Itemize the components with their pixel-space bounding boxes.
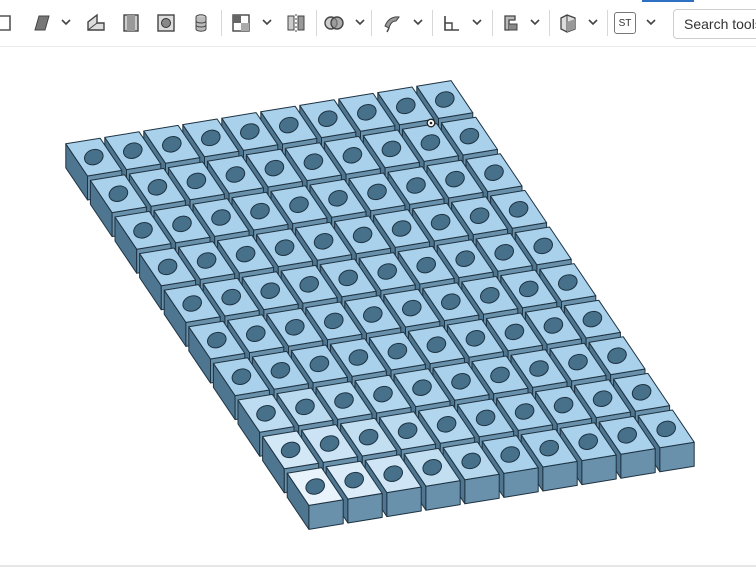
toolbar-separator bbox=[607, 10, 608, 36]
chevron-down-icon[interactable] bbox=[587, 15, 599, 29]
active-tab-indicator bbox=[642, 0, 694, 2]
chevron-down-icon[interactable] bbox=[261, 15, 273, 29]
toolbar-separator bbox=[492, 10, 493, 36]
chevron-down-icon[interactable] bbox=[471, 15, 483, 29]
sheet-metal-icon[interactable] bbox=[498, 11, 522, 35]
standard-content-label: ST bbox=[618, 17, 632, 29]
toolbar-separator bbox=[316, 10, 317, 36]
search-tools-label: Search tools bbox=[684, 16, 756, 32]
part-studio-icon[interactable] bbox=[556, 11, 580, 35]
pattern-icon[interactable] bbox=[229, 11, 253, 35]
graphics-viewport[interactable] bbox=[0, 47, 756, 565]
cube-grid-model[interactable] bbox=[65, 80, 695, 530]
feature-toolbar: ST Search tools bbox=[0, 0, 756, 47]
fillet-icon[interactable] bbox=[154, 11, 178, 35]
chevron-down-icon[interactable] bbox=[412, 15, 424, 29]
sketch-icon[interactable] bbox=[0, 11, 18, 35]
mirror-icon[interactable] bbox=[284, 11, 308, 35]
chevron-down-icon[interactable] bbox=[60, 15, 72, 29]
transform-icon[interactable] bbox=[380, 11, 404, 35]
mouse-cursor-icon bbox=[426, 118, 436, 128]
search-tools-input[interactable]: Search tools bbox=[673, 9, 756, 39]
plane-icon[interactable] bbox=[440, 11, 464, 35]
chevron-down-icon[interactable] bbox=[645, 15, 657, 29]
toolbar-separator bbox=[432, 10, 433, 36]
chevron-down-icon[interactable] bbox=[354, 15, 366, 29]
toolbar-separator bbox=[549, 10, 550, 36]
toolbar-separator bbox=[221, 10, 222, 36]
revolve-icon[interactable] bbox=[84, 11, 108, 35]
extrude-icon[interactable] bbox=[30, 11, 54, 35]
boolean-icon[interactable] bbox=[322, 11, 346, 35]
chevron-down-icon[interactable] bbox=[529, 15, 541, 29]
shell-icon[interactable] bbox=[189, 11, 213, 35]
toolbar-separator bbox=[371, 10, 372, 36]
sweep-icon[interactable] bbox=[119, 11, 143, 35]
standard-content-button[interactable]: ST bbox=[614, 12, 636, 34]
